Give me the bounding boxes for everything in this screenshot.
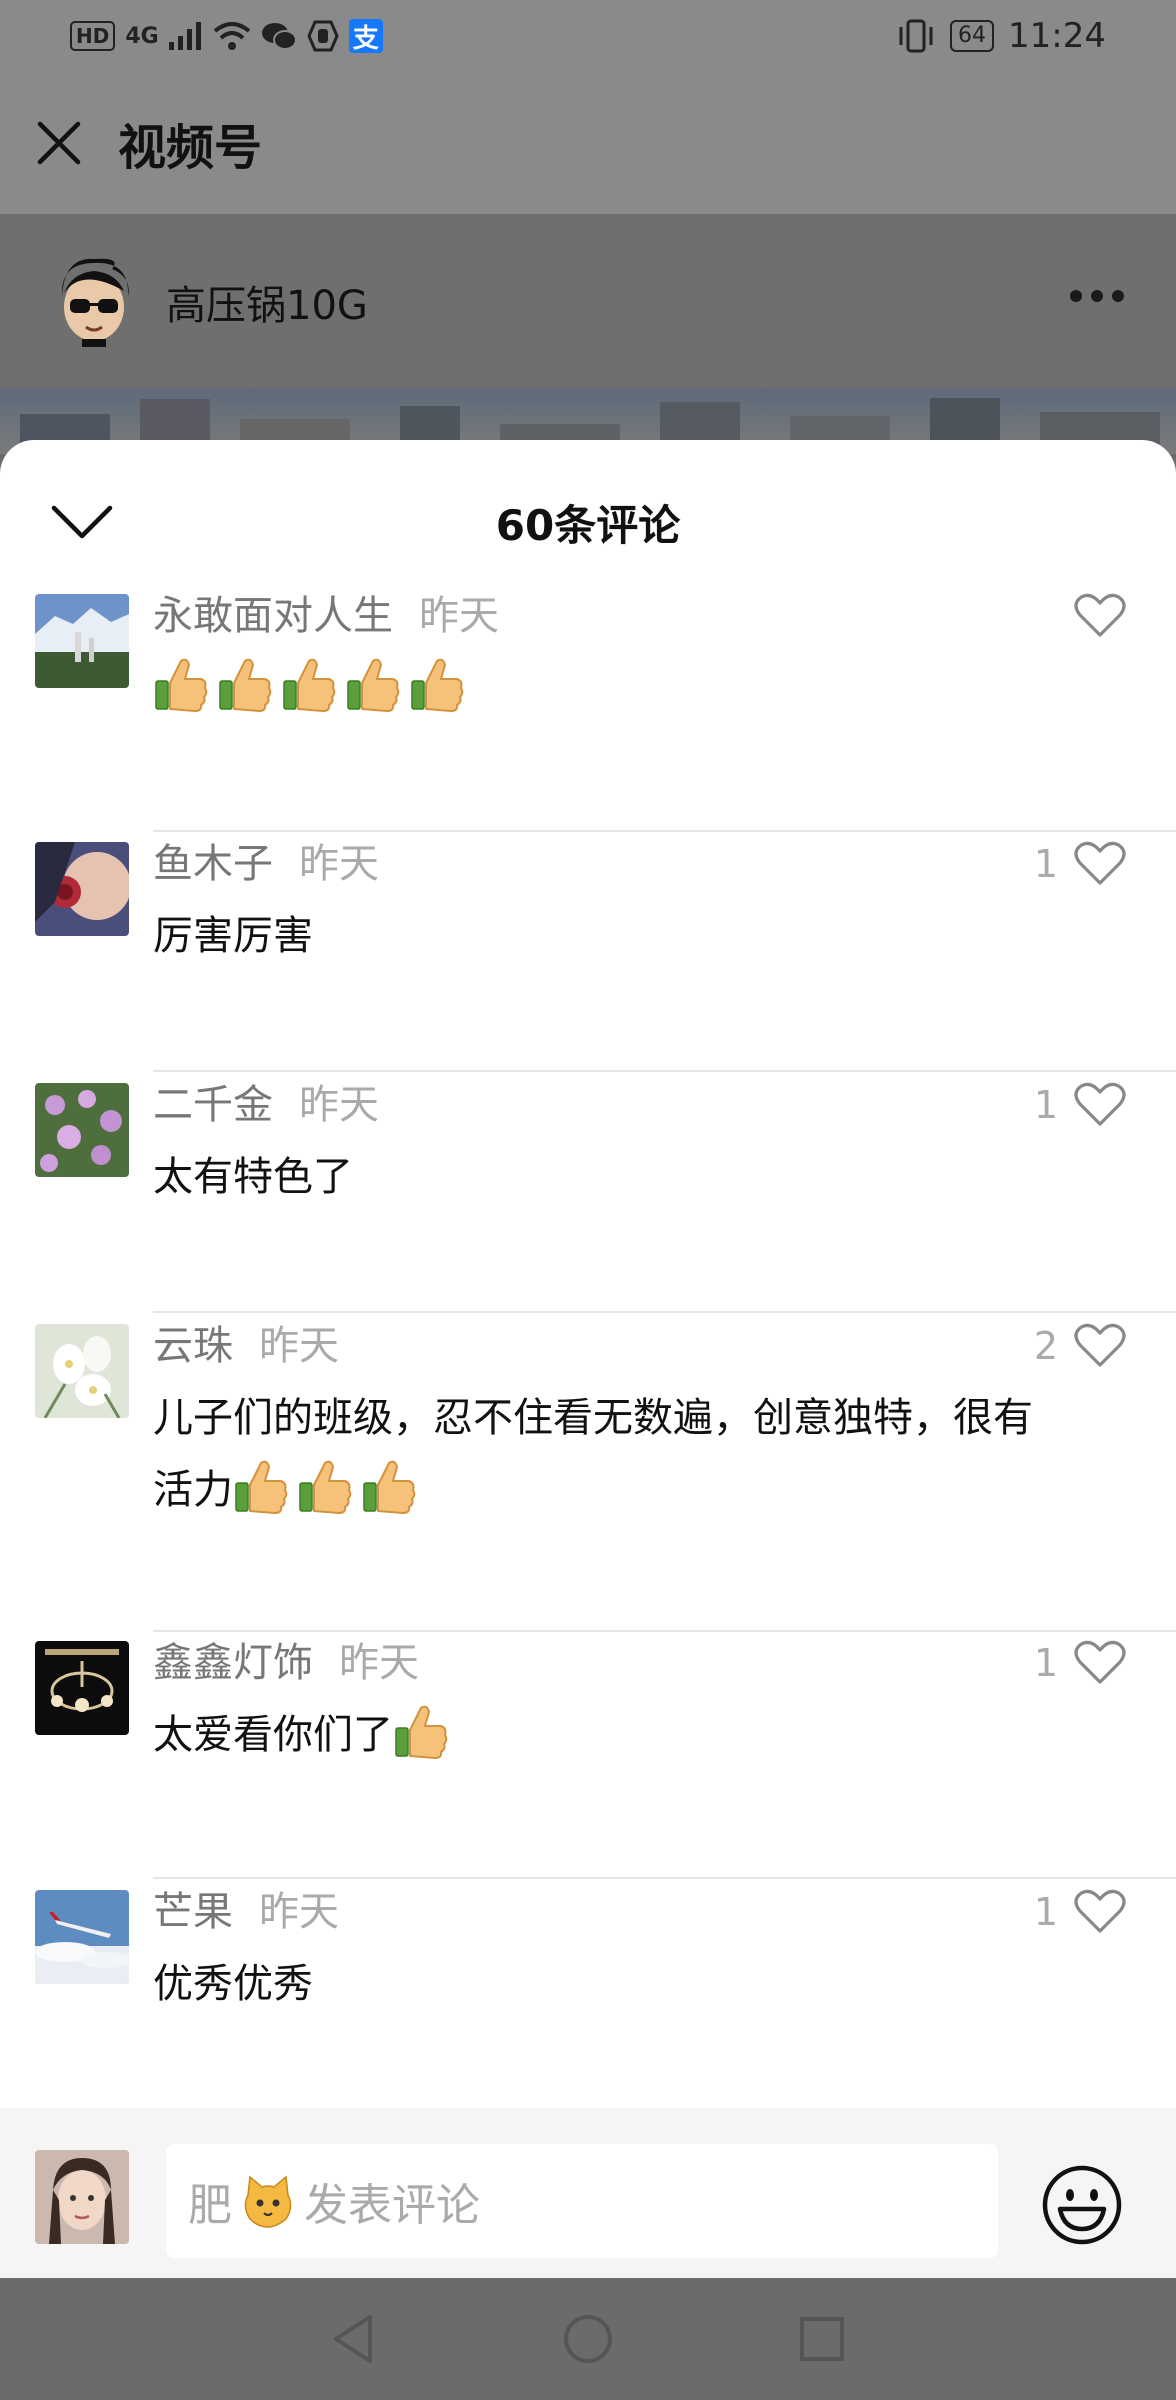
system-nav-bar: [0, 2278, 1176, 2400]
avatar[interactable]: [35, 1890, 129, 1984]
comment-text: [153, 652, 1053, 724]
heart-icon[interactable]: [1074, 1082, 1126, 1128]
thumbs-up-icon: [283, 658, 336, 712]
commenter-name[interactable]: 永敢面对人生: [153, 593, 393, 639]
wechat-icon: [261, 23, 297, 50]
thumbs-up-icon: [235, 1460, 288, 1514]
input-placeholder: 发表评论: [304, 2180, 480, 2231]
comments-sheet: 60条评论 永敢面对人生 昨天 鱼木子 昨天 厉害厉害 1 二千金 昨天 太有特色了 …: [0, 440, 1176, 2278]
divider: [153, 1630, 1176, 1632]
heart-icon[interactable]: [1074, 841, 1126, 887]
avatar[interactable]: [35, 1641, 129, 1735]
status-bar: HD 4G 支 64 11:24: [0, 0, 1176, 72]
comment-time: 昨天: [299, 841, 379, 887]
comment-text: 太爱看你们了: [153, 1699, 1053, 1771]
thumbs-up-icon: [363, 1460, 416, 1514]
avatar[interactable]: [35, 842, 129, 936]
commenter-name[interactable]: 鱼木子: [153, 841, 273, 887]
like-button[interactable]: 1: [1034, 838, 1126, 890]
comment-item[interactable]: 鑫鑫灯饰 昨天 太爱看你们了 1: [0, 1635, 1176, 1883]
alipay-icon: 支: [348, 19, 383, 54]
divider: [153, 1877, 1176, 1879]
back-icon[interactable]: [326, 2311, 382, 2367]
battery-indicator: 64: [950, 20, 995, 52]
comment-time: 昨天: [419, 593, 499, 639]
heart-icon[interactable]: [1074, 593, 1126, 639]
comment-time: 昨天: [259, 1323, 339, 1369]
wifi-icon: [213, 22, 250, 50]
heart-icon[interactable]: [1074, 1323, 1126, 1369]
commenter-name[interactable]: 云珠: [153, 1323, 233, 1369]
avatar[interactable]: [35, 1083, 129, 1177]
avatar[interactable]: [35, 594, 129, 688]
thumbs-up-icon: [155, 658, 208, 712]
divider: [153, 830, 1176, 832]
thumbs-up-icon: [347, 658, 400, 712]
like-button[interactable]: 1: [1034, 1886, 1126, 1938]
sheet-header: 60条评论: [0, 440, 1176, 590]
comment-item[interactable]: 芒果 昨天 优秀优秀 1: [0, 1884, 1176, 2129]
divider: [153, 1070, 1176, 1072]
like-button[interactable]: 2: [1034, 1320, 1126, 1372]
comment-time: 昨天: [299, 1082, 379, 1128]
comment-text: 儿子们的班级，忍不住看无数遍，创意独特，很有活力: [153, 1395, 1033, 1514]
commenter-name[interactable]: 芒果: [153, 1889, 233, 1935]
comment-time: 昨天: [339, 1640, 419, 1686]
comment-item[interactable]: 鱼木子 昨天 厉害厉害 1: [0, 836, 1176, 1076]
more-icon[interactable]: [1070, 290, 1124, 302]
page-title: 视频号: [118, 120, 263, 176]
comment-time: 昨天: [259, 1889, 339, 1935]
comment-input-bar: 肥 发表评论: [0, 2108, 1176, 2278]
comment-input[interactable]: 肥 发表评论: [166, 2144, 998, 2258]
comment-item[interactable]: 云珠 昨天 儿子们的班级，忍不住看无数遍，创意独特，很有活力 2: [0, 1318, 1176, 1636]
input-prefix: 肥: [188, 2180, 232, 2231]
author-row[interactable]: 高压锅10G: [0, 214, 1176, 389]
hd-indicator: HD: [70, 21, 116, 51]
thumbs-up-icon: [411, 658, 464, 712]
like-button[interactable]: 1: [1034, 1079, 1126, 1131]
like-count: 1: [1033, 1890, 1058, 1934]
avatar[interactable]: [35, 1324, 129, 1418]
heart-icon[interactable]: [1074, 1640, 1126, 1686]
comment-item[interactable]: 二千金 昨天 太有特色了 1: [0, 1077, 1176, 1317]
author-avatar[interactable]: [52, 257, 136, 347]
cat-emoji-icon: [244, 2175, 292, 2228]
user-avatar[interactable]: [35, 2150, 129, 2244]
comment-text: 优秀优秀: [153, 1961, 313, 2007]
emoji-icon[interactable]: [1040, 2163, 1124, 2247]
commenter-name[interactable]: 鑫鑫灯饰: [153, 1640, 313, 1686]
thumbs-up-icon: [395, 1705, 448, 1759]
vibrate-icon: [899, 19, 933, 53]
hand-icon: [307, 20, 339, 52]
comment-count-title: 60条评论: [495, 501, 681, 550]
divider: [153, 1311, 1176, 1313]
comment-item[interactable]: 永敢面对人生 昨天: [0, 588, 1176, 838]
recents-icon[interactable]: [794, 2311, 850, 2367]
like-count: 1: [1033, 842, 1058, 886]
like-button[interactable]: 1: [1034, 1637, 1126, 1689]
like-button[interactable]: [1058, 590, 1126, 642]
signal-icon: [168, 22, 201, 50]
network-indicator: 4G: [125, 23, 159, 49]
heart-icon[interactable]: [1074, 1889, 1126, 1935]
author-name[interactable]: 高压锅10G: [166, 273, 368, 331]
home-icon[interactable]: [560, 2311, 616, 2367]
title-bar: 视频号: [0, 72, 1176, 214]
thumbs-up-icon: [219, 658, 272, 712]
like-count: 1: [1033, 1083, 1058, 1127]
video-background: 高压锅10G: [0, 214, 1176, 454]
commenter-name[interactable]: 二千金: [153, 1082, 273, 1128]
comment-text: 太有特色了: [153, 1154, 353, 1200]
thumbs-up-icon: [299, 1460, 352, 1514]
close-icon[interactable]: [34, 118, 84, 168]
comment-text: 厉害厉害: [153, 913, 313, 959]
clock: 11:24: [1008, 16, 1106, 56]
like-count: 1: [1033, 1641, 1058, 1685]
like-count: 2: [1033, 1324, 1058, 1368]
